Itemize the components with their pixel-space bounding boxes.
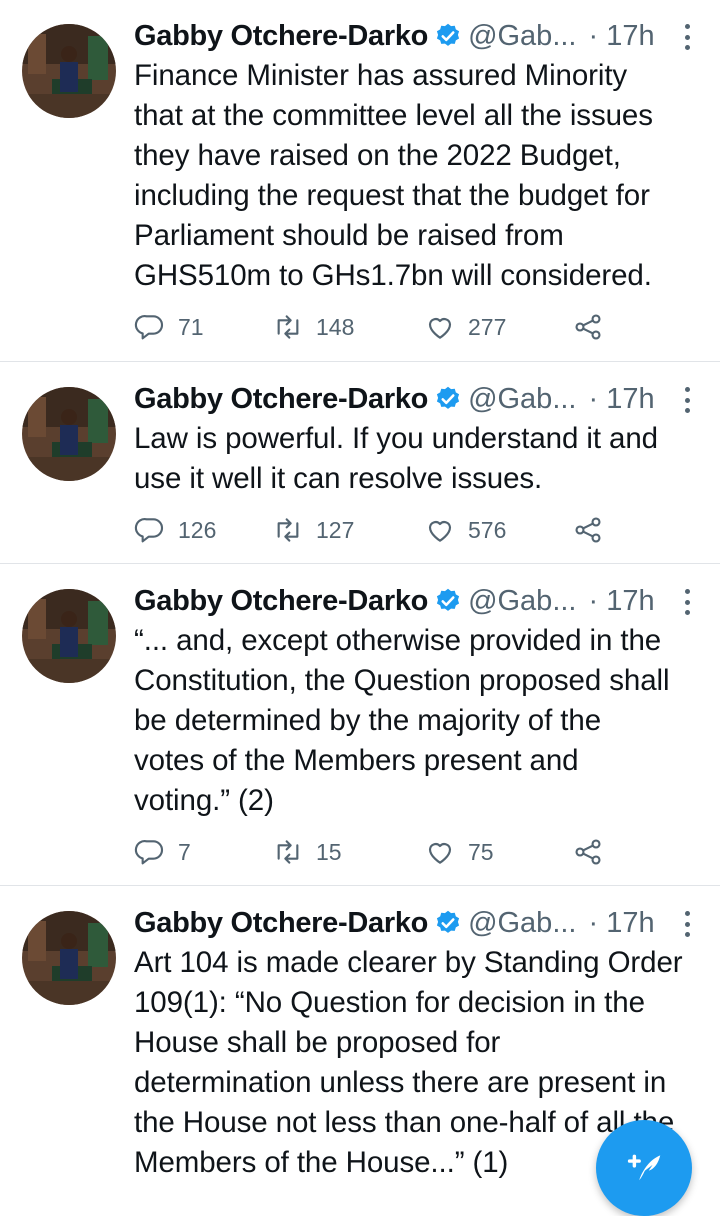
reply-count: 71 bbox=[178, 313, 204, 340]
like-button[interactable]: 576 bbox=[424, 510, 506, 550]
tweet-header: Gabby Otchere-Darko @Gab... · 17h bbox=[134, 377, 720, 421]
tweet-time[interactable]: · 17h bbox=[589, 383, 655, 416]
author-handle[interactable]: @Gab... bbox=[468, 907, 576, 940]
tweet-header: Gabby Otchere-Darko @Gab... · 17h bbox=[134, 14, 720, 58]
author-handle[interactable]: @Gab... bbox=[468, 383, 576, 416]
compose-feather-plus-icon bbox=[627, 1154, 661, 1181]
tweet-actions: 71 148 277 bbox=[134, 307, 614, 347]
avatar[interactable] bbox=[22, 24, 116, 118]
tweet-actions: 126 127 576 bbox=[134, 510, 614, 550]
avatar[interactable] bbox=[22, 911, 116, 1005]
verified-badge-icon bbox=[436, 588, 460, 611]
share-icon bbox=[575, 839, 601, 865]
avatar[interactable] bbox=[22, 589, 116, 683]
share-button[interactable] bbox=[572, 307, 604, 347]
retweet-icon bbox=[277, 518, 299, 542]
heart-icon bbox=[428, 318, 452, 339]
retweet-count: 15 bbox=[316, 838, 342, 865]
share-icon bbox=[575, 517, 601, 543]
avatar[interactable] bbox=[22, 387, 116, 481]
more-options-icon[interactable] bbox=[684, 387, 690, 413]
reply-count: 126 bbox=[178, 516, 217, 543]
author-name[interactable]: Gabby Otchere-Darko bbox=[134, 585, 428, 618]
compose-tweet-button[interactable] bbox=[596, 1120, 692, 1216]
more-options-icon[interactable] bbox=[684, 911, 690, 937]
tweet[interactable]: Gabby Otchere-Darko @Gab... · 17h Law is… bbox=[0, 363, 720, 564]
like-count: 576 bbox=[468, 516, 507, 543]
author-handle[interactable]: @Gab... bbox=[468, 585, 576, 618]
author-name[interactable]: Gabby Otchere-Darko bbox=[134, 907, 428, 940]
tweet-header: Gabby Otchere-Darko @Gab... · 17h bbox=[134, 579, 720, 623]
tweet[interactable]: Gabby Otchere-Darko @Gab... · 17h “... a… bbox=[0, 565, 720, 886]
retweet-icon bbox=[277, 315, 299, 339]
share-button[interactable] bbox=[572, 832, 604, 872]
tweet-text: Law is powerful. If you understand it an… bbox=[134, 422, 658, 495]
heart-icon bbox=[428, 521, 452, 542]
verified-badge-icon bbox=[436, 386, 460, 409]
tweet-time[interactable]: · 17h bbox=[589, 585, 655, 618]
reply-button[interactable]: 7 bbox=[134, 832, 191, 872]
author-name[interactable]: Gabby Otchere-Darko bbox=[134, 383, 428, 416]
author-handle[interactable]: @Gab... bbox=[468, 20, 576, 53]
reply-button[interactable]: 71 bbox=[134, 307, 204, 347]
verified-badge-icon bbox=[436, 23, 460, 46]
tweet-actions: 7 15 75 bbox=[134, 832, 614, 872]
reply-icon bbox=[134, 840, 164, 865]
reply-icon bbox=[134, 315, 164, 340]
tweet-text: “... and, except otherwise provided in t… bbox=[134, 624, 670, 817]
tweet-time[interactable]: · 17h bbox=[589, 907, 655, 940]
like-count: 277 bbox=[468, 313, 507, 340]
reply-count: 7 bbox=[178, 838, 191, 865]
retweet-button[interactable]: 148 bbox=[272, 307, 354, 347]
more-options-icon[interactable] bbox=[684, 24, 690, 50]
verified-badge-icon bbox=[436, 910, 460, 933]
more-options-icon[interactable] bbox=[684, 589, 690, 615]
retweet-count: 127 bbox=[316, 516, 355, 543]
retweet-icon bbox=[277, 840, 299, 864]
retweet-button[interactable]: 127 bbox=[272, 510, 354, 550]
like-count: 75 bbox=[468, 838, 494, 865]
tweet-text: Finance Minister has assured Minority th… bbox=[134, 59, 653, 292]
retweet-button[interactable]: 15 bbox=[272, 832, 342, 872]
like-button[interactable]: 75 bbox=[424, 832, 494, 872]
tweet-header: Gabby Otchere-Darko @Gab... · 17h bbox=[134, 901, 720, 945]
heart-icon bbox=[428, 843, 452, 864]
author-name[interactable]: Gabby Otchere-Darko bbox=[134, 20, 428, 53]
share-icon bbox=[575, 314, 601, 340]
tweet[interactable]: Gabby Otchere-Darko @Gab... · 17h Financ… bbox=[0, 0, 720, 362]
retweet-count: 148 bbox=[316, 313, 355, 340]
share-button[interactable] bbox=[572, 510, 604, 550]
tweet-time[interactable]: · 17h bbox=[589, 20, 655, 53]
reply-button[interactable]: 126 bbox=[134, 510, 216, 550]
reply-icon bbox=[134, 518, 164, 543]
like-button[interactable]: 277 bbox=[424, 307, 506, 347]
